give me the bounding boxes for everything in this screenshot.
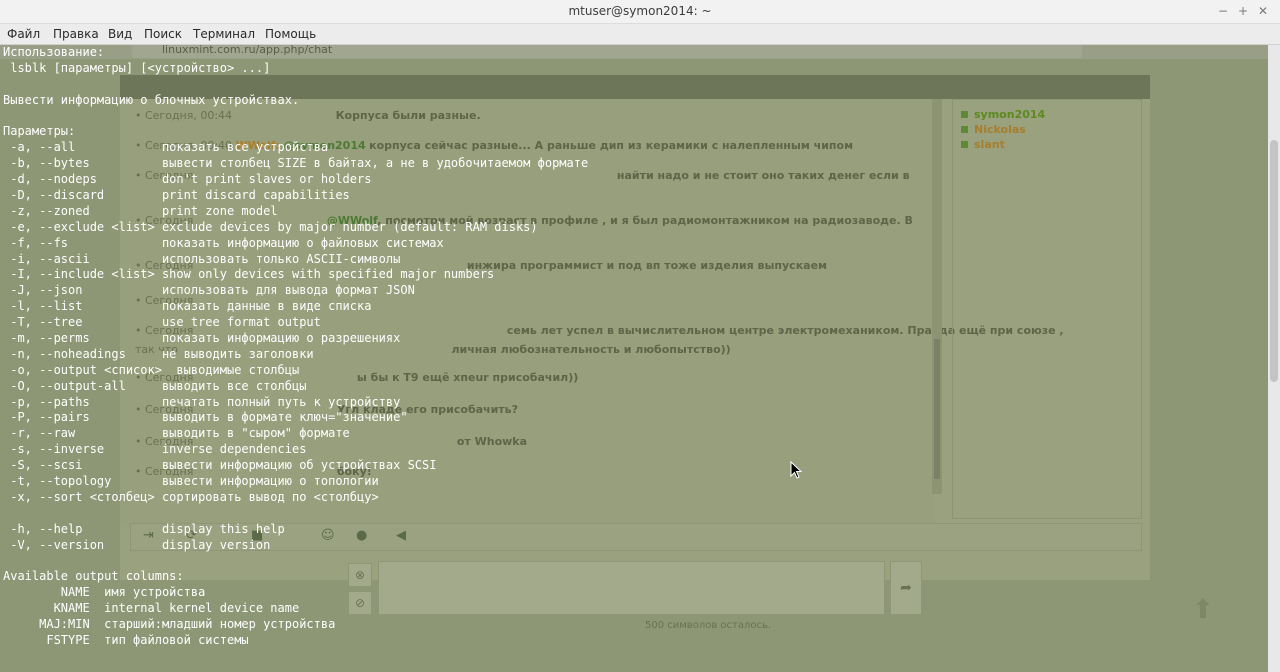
terminal-line: Параметры: [3, 124, 76, 139]
terminal-line: -t, --topology вывести информацию о топо… [3, 474, 379, 489]
terminal-line: -S, --scsi вывести информацию об устройс… [3, 458, 437, 473]
terminal-line: -r, --raw выводить в "сыром" формате [3, 426, 350, 441]
menu-file[interactable]: Файл [7, 27, 40, 41]
window-title: mtuser@symon2014: ~ [568, 4, 712, 18]
terminal-line: -a, --all показать все устройства [3, 140, 329, 155]
terminal-scrollbar-thumb[interactable] [1270, 140, 1278, 382]
terminal-output[interactable]: Использование: lsblk [параметры] [<устро… [0, 45, 1268, 672]
terminal-line: -J, --json использовать для вывода форма… [3, 283, 415, 298]
terminal-line: -e, --exclude <list> exclude devices by … [3, 219, 538, 234]
menu-view[interactable]: Вид [108, 27, 132, 41]
terminal-line: -D, --discard print discard capabilities [3, 188, 350, 203]
terminal-line: -d, --nodeps don't print slaves or holde… [3, 172, 372, 187]
terminal-line: lsblk [параметры] [<устройство> ...] [3, 60, 271, 75]
terminal-line: -T, --tree use tree format output [3, 315, 321, 330]
terminal-line: -z, --zoned print zone model [3, 203, 278, 218]
terminal-line: -x, --sort <столбец> сортировать вывод п… [3, 489, 379, 504]
terminal-line: Использование: [3, 45, 105, 59]
terminal-line: Вывести информацию о блочных устройствах… [3, 92, 300, 107]
terminal-line: -m, --perms показать информацию о разреш… [3, 331, 401, 346]
minimize-button[interactable]: − [1215, 3, 1231, 19]
menu-search[interactable]: Поиск [144, 27, 182, 41]
terminal-line: -h, --help display this help [3, 521, 285, 536]
terminal-line: -P, --pairs выводить в формате ключ="зна… [3, 410, 408, 425]
window-titlebar[interactable]: mtuser@symon2014: ~ − + ✕ [0, 0, 1280, 24]
terminal-line: -n, --noheadings не выводить заголовки [3, 346, 314, 361]
terminal-text: Использование: lsblk [параметры] [<устро… [0, 45, 1268, 649]
terminal-line: Available output columns: [3, 569, 184, 584]
terminal-line: -s, --inverse inverse dependencies [3, 442, 307, 457]
mouse-cursor-icon [790, 461, 802, 479]
terminal-line: -l, --list показать данные в виде списка [3, 299, 372, 314]
menu-bar: Файл Правка Вид Поиск Терминал Помощь [0, 24, 1280, 45]
maximize-button[interactable]: + [1235, 3, 1251, 19]
close-button[interactable]: ✕ [1255, 3, 1271, 19]
terminal-line: -o, --output <список> выводимые столбцы [3, 362, 300, 377]
terminal-line: -V, --version display version [3, 537, 271, 552]
menu-edit[interactable]: Правка [53, 27, 99, 41]
terminal-line: -I, --include <list> show only devices w… [3, 267, 495, 282]
terminal-line: -b, --bytes вывести столбец SIZE в байта… [3, 156, 589, 171]
terminal-line: KNAME internal kernel device name [3, 601, 300, 616]
terminal-line: MAJ:MIN старший:младший номер устройства [3, 617, 336, 632]
terminal-line: -i, --ascii использовать только ASCII-си… [3, 251, 401, 266]
terminal-line: -p, --paths печатать полный путь к устро… [3, 394, 401, 409]
menu-terminal[interactable]: Терминал [193, 27, 255, 41]
menu-help[interactable]: Помощь [265, 27, 316, 41]
terminal-line: NAME имя устройства [3, 585, 206, 600]
terminal-line: FSTYPE тип файловой системы [3, 632, 249, 647]
terminal-line: -O, --output-all выводить все столбцы [3, 378, 307, 393]
terminal-line: -f, --fs показать информацию о файловых … [3, 235, 444, 250]
